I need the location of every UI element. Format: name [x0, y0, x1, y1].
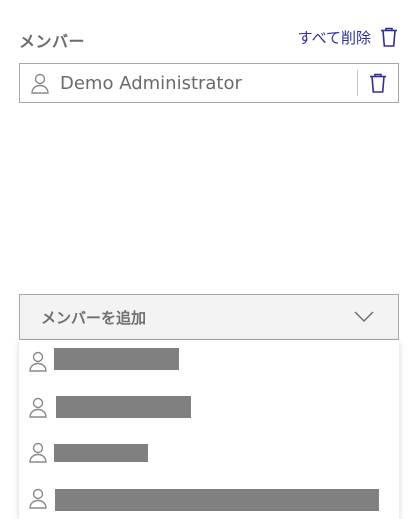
redacted-name — [54, 444, 148, 462]
person-icon — [20, 72, 60, 94]
redacted-name — [56, 396, 191, 418]
add-member-dropdown[interactable]: メンバーを追加 — [19, 294, 399, 340]
person-icon — [29, 397, 47, 418]
member-options-list — [19, 340, 399, 519]
member-name: Demo Administrator — [60, 72, 242, 94]
member-option[interactable] — [19, 477, 399, 519]
delete-all-label: すべて削除 — [297, 28, 371, 47]
remove-member-button[interactable] — [358, 72, 398, 94]
trash-icon — [381, 27, 397, 47]
members-label: メンバー — [19, 32, 86, 51]
person-icon — [29, 442, 47, 463]
add-member-label: メンバーを追加 — [41, 308, 147, 327]
delete-all-button[interactable]: すべて削除 — [298, 24, 399, 50]
person-icon — [29, 488, 47, 509]
redacted-name — [54, 348, 179, 370]
member-option[interactable] — [19, 340, 399, 384]
trash-icon — [370, 73, 386, 93]
person-icon — [29, 351, 47, 372]
member-option[interactable] — [19, 431, 399, 475]
member-option[interactable] — [19, 386, 399, 430]
redacted-name — [55, 489, 379, 511]
member-item: Demo Administrator — [19, 63, 399, 103]
chevron-down-icon — [354, 311, 374, 323]
